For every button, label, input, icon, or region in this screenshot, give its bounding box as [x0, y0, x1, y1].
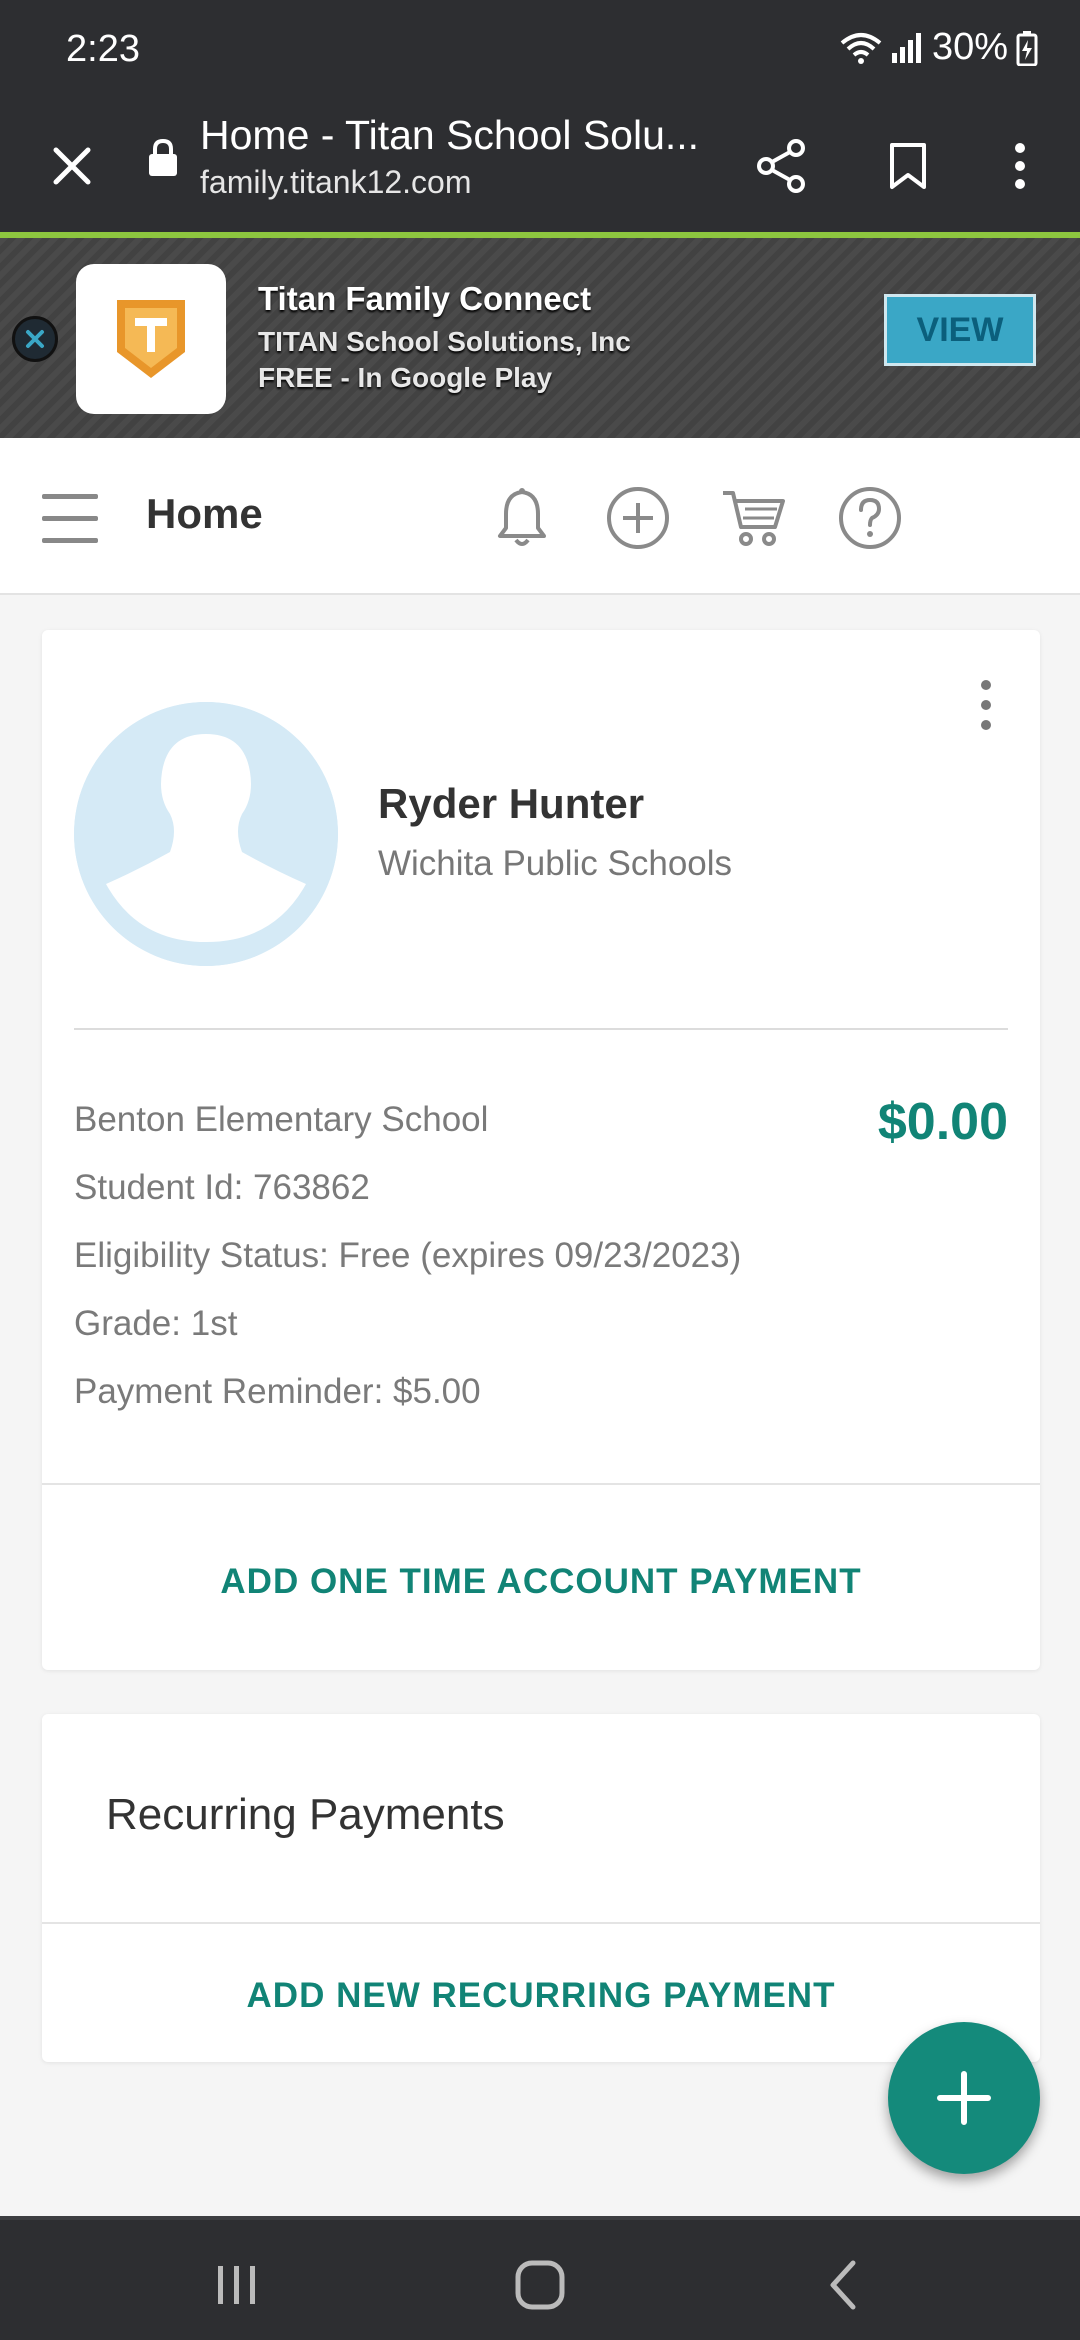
share-button[interactable]	[746, 130, 818, 202]
recent-apps-button[interactable]	[192, 2240, 282, 2330]
account-balance: $0.00	[877, 1093, 1008, 1151]
back-button[interactable]	[798, 2240, 888, 2330]
payment-reminder: Payment Reminder: $5.00	[74, 1372, 481, 1411]
recurring-payments-title: Recurring Payments	[106, 1790, 505, 1839]
notifications-button[interactable]	[486, 482, 558, 554]
person-silhouette-icon	[74, 702, 338, 966]
more-vert-icon	[981, 720, 991, 730]
status-icons: 30%	[840, 26, 1038, 69]
home-icon	[515, 2260, 565, 2310]
battery-charging-icon	[1016, 30, 1038, 66]
lock-icon	[149, 138, 177, 176]
recurring-payments-card: Recurring Payments ADD NEW RECURRING PAY…	[42, 1714, 1040, 2062]
add-button[interactable]	[602, 482, 674, 554]
battery-percent: 30%	[931, 26, 1008, 68]
grade: Grade: 1st	[74, 1304, 238, 1343]
help-icon	[839, 487, 901, 549]
add-recurring-payment-button[interactable]: ADD NEW RECURRING PAYMENT	[42, 1976, 1040, 2016]
status-time: 2:23	[66, 28, 140, 70]
app-install-banner: Titan Family Connect TITAN School Soluti…	[0, 238, 1080, 438]
add-circle-icon	[607, 487, 669, 549]
banner-publisher: TITAN School Solutions, Inc	[258, 326, 631, 357]
wifi-icon	[840, 32, 882, 64]
divider	[42, 1483, 1040, 1485]
divider	[74, 1028, 1008, 1030]
app-icon[interactable]	[76, 264, 226, 414]
bookmark-icon	[890, 143, 926, 189]
banner-close-button[interactable]	[12, 316, 58, 362]
banner-view-button[interactable]: VIEW	[884, 294, 1036, 366]
student-id: Student Id: 763862	[74, 1168, 370, 1207]
menu-icon-bar	[42, 494, 98, 499]
plus-icon	[937, 2071, 991, 2125]
divider	[42, 1922, 1040, 1924]
recent-apps-icon	[218, 2266, 255, 2304]
district-name: Wichita Public Schools	[378, 844, 733, 883]
student-card: Ryder Hunter Wichita Public Schools Bent…	[42, 630, 1040, 1670]
avatar	[74, 702, 338, 966]
close-icon	[53, 147, 91, 185]
browser-toolbar: Home - Titan School Solu... family.titan…	[0, 100, 1080, 232]
more-vert-icon	[981, 680, 991, 690]
close-icon	[26, 330, 44, 348]
page-url[interactable]: family.titank12.com	[200, 164, 472, 201]
signal-icon	[891, 32, 921, 63]
share-icon	[757, 139, 805, 193]
cart-icon	[723, 491, 785, 546]
browser-menu-button[interactable]	[984, 130, 1056, 202]
page-title[interactable]: Home - Titan School Solu...	[200, 112, 720, 159]
system-nav-bar	[0, 2216, 1080, 2340]
student-name: Ryder Hunter	[378, 780, 645, 827]
menu-icon-bar	[42, 538, 98, 543]
menu-icon-bar	[42, 516, 98, 521]
menu-button[interactable]	[42, 494, 98, 544]
banner-price: FREE - In Google Play	[258, 362, 553, 393]
home-button[interactable]	[495, 2240, 585, 2330]
titan-shield-icon	[117, 300, 185, 378]
eligibility-status: Eligibility Status: Free (expires 09/23/…	[74, 1236, 742, 1275]
add-one-time-payment-button[interactable]: ADD ONE TIME ACCOUNT PAYMENT	[42, 1562, 1040, 1602]
fab-add-button[interactable]	[888, 2022, 1040, 2174]
help-button[interactable]	[834, 482, 906, 554]
bookmark-button[interactable]	[872, 130, 944, 202]
cart-button[interactable]	[718, 482, 790, 554]
banner-app-name: Titan Family Connect	[258, 280, 592, 317]
more-vert-icon	[981, 700, 991, 710]
more-vert-icon	[1015, 143, 1025, 189]
header-title: Home	[146, 490, 263, 537]
bell-icon	[498, 488, 546, 546]
app-header: Home	[0, 438, 1080, 595]
close-tab-button[interactable]	[36, 130, 108, 202]
school-name: Benton Elementary School	[74, 1100, 489, 1139]
back-icon	[830, 2260, 856, 2310]
student-options-button[interactable]	[976, 680, 996, 730]
status-bar: 2:23 30%	[0, 0, 1080, 100]
